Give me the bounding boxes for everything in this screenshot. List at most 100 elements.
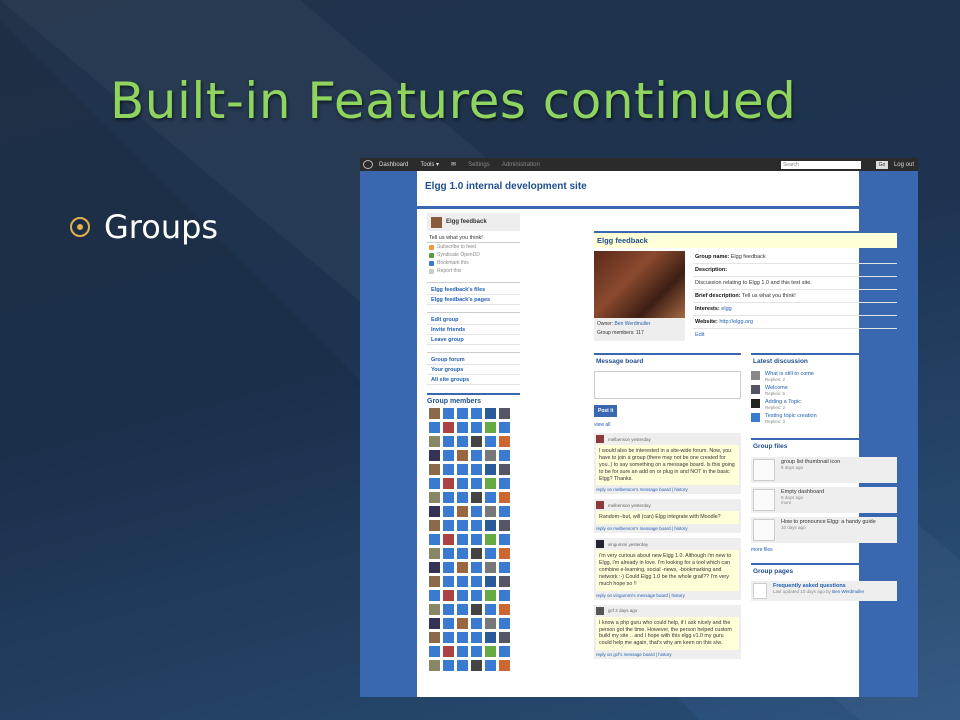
- member-avatar[interactable]: [485, 478, 496, 489]
- member-avatar[interactable]: [485, 436, 496, 447]
- member-avatar[interactable]: [499, 646, 510, 657]
- group-icon[interactable]: [431, 216, 442, 228]
- member-avatar[interactable]: [471, 632, 482, 643]
- discussion-item[interactable]: What is still to come Replies: 2: [751, 371, 897, 382]
- member-avatar[interactable]: [485, 590, 496, 601]
- edit-group-link[interactable]: Edit group: [427, 315, 520, 325]
- member-avatar[interactable]: [499, 604, 510, 615]
- member-avatar[interactable]: [457, 492, 468, 503]
- member-avatar[interactable]: [457, 604, 468, 615]
- message-reply-link[interactable]: reply on melbenson's message board | his…: [596, 524, 739, 531]
- member-avatar[interactable]: [457, 478, 468, 489]
- file-item[interactable]: Empty dashboard 8 days ago more: [751, 487, 897, 513]
- file-item[interactable]: How to pronounce Elgg: a handy guide 10 d…: [751, 517, 897, 543]
- message-author[interactable]: melbenson yesterday: [608, 503, 651, 508]
- message-avatar[interactable]: [596, 501, 604, 510]
- mail-icon[interactable]: ✉: [451, 161, 456, 168]
- member-avatar[interactable]: [429, 408, 440, 419]
- member-avatar[interactable]: [443, 422, 454, 433]
- member-avatar[interactable]: [499, 520, 510, 531]
- interest-tag-link[interactable]: elgg: [721, 306, 731, 312]
- member-avatar[interactable]: [499, 464, 510, 475]
- file-item[interactable]: group list thumbnail icon 8 days ago: [751, 457, 897, 483]
- message-reply-link[interactable]: reply on melbenson's message board | his…: [596, 485, 739, 492]
- member-avatar[interactable]: [457, 436, 468, 447]
- member-avatar[interactable]: [443, 548, 454, 559]
- member-avatar[interactable]: [485, 660, 496, 671]
- member-avatar[interactable]: [443, 646, 454, 657]
- member-avatar[interactable]: [457, 450, 468, 461]
- member-avatar[interactable]: [485, 450, 496, 461]
- member-avatar[interactable]: [499, 408, 510, 419]
- member-avatar[interactable]: [443, 506, 454, 517]
- dashboard-link[interactable]: Dashboard: [379, 162, 408, 168]
- file-more-link[interactable]: more: [781, 500, 824, 505]
- member-avatar[interactable]: [443, 618, 454, 629]
- member-avatar[interactable]: [443, 562, 454, 573]
- member-avatar[interactable]: [485, 576, 496, 587]
- member-avatar[interactable]: [443, 492, 454, 503]
- member-avatar[interactable]: [443, 520, 454, 531]
- member-avatar[interactable]: [443, 632, 454, 643]
- member-avatar[interactable]: [429, 548, 440, 559]
- member-avatar[interactable]: [499, 492, 510, 503]
- member-avatar[interactable]: [443, 478, 454, 489]
- go-button[interactable]: Go: [875, 160, 888, 169]
- site-title[interactable]: Elgg 1.0 internal development site: [417, 171, 859, 209]
- elgg-logo-icon[interactable]: [363, 160, 373, 169]
- member-avatar[interactable]: [471, 548, 482, 559]
- edit-link[interactable]: Edit: [693, 329, 897, 341]
- settings-link[interactable]: Settings: [468, 162, 490, 168]
- group-name[interactable]: Elgg feedback: [446, 219, 487, 225]
- tools-menu[interactable]: Tools ▾: [420, 161, 439, 168]
- administration-link[interactable]: Administration: [502, 162, 540, 168]
- member-avatar[interactable]: [471, 464, 482, 475]
- member-avatar[interactable]: [485, 534, 496, 545]
- member-avatar[interactable]: [471, 492, 482, 503]
- owner-link[interactable]: Ben Werdmuller: [615, 321, 651, 327]
- member-avatar[interactable]: [499, 562, 510, 573]
- message-avatar[interactable]: [596, 435, 604, 443]
- member-avatar[interactable]: [443, 408, 454, 419]
- message-reply-link[interactable]: reply on vingummi's message board | hist…: [596, 591, 739, 598]
- member-avatar[interactable]: [429, 422, 440, 433]
- member-avatar[interactable]: [485, 422, 496, 433]
- member-avatar[interactable]: [485, 562, 496, 573]
- member-avatar[interactable]: [443, 576, 454, 587]
- member-avatar[interactable]: [485, 464, 496, 475]
- subscribe-link[interactable]: Subscribe to feed: [427, 243, 520, 251]
- member-avatar[interactable]: [429, 660, 440, 671]
- discussion-item[interactable]: Welcome Replies: 5: [751, 385, 897, 396]
- member-avatar[interactable]: [471, 450, 482, 461]
- message-author[interactable]: vingummi yesterday: [608, 542, 648, 547]
- member-avatar[interactable]: [485, 548, 496, 559]
- group-files-link[interactable]: Elgg feedback's files: [427, 285, 520, 295]
- more-files-link[interactable]: more files: [751, 547, 897, 553]
- group-forum-link[interactable]: Group forum: [427, 355, 520, 365]
- message-author[interactable]: melbenson yesterday: [608, 437, 651, 442]
- member-avatar[interactable]: [485, 506, 496, 517]
- member-avatar[interactable]: [485, 632, 496, 643]
- member-avatar[interactable]: [457, 562, 468, 573]
- discussion-item[interactable]: Adding a Topic Replies: 2: [751, 399, 897, 410]
- member-avatar[interactable]: [429, 562, 440, 573]
- all-site-groups-link[interactable]: All site groups: [427, 375, 520, 385]
- group-pages-link[interactable]: Elgg feedback's pages: [427, 295, 520, 305]
- group-photo[interactable]: [594, 251, 685, 318]
- discussion-item[interactable]: Testing topic creation Replies: 3: [751, 413, 897, 424]
- member-avatar[interactable]: [429, 534, 440, 545]
- member-avatar[interactable]: [429, 464, 440, 475]
- member-avatar[interactable]: [485, 646, 496, 657]
- member-avatar[interactable]: [499, 534, 510, 545]
- member-avatar[interactable]: [429, 492, 440, 503]
- member-avatar[interactable]: [499, 590, 510, 601]
- member-avatar[interactable]: [471, 506, 482, 517]
- view-all-link[interactable]: view all: [594, 422, 741, 428]
- member-avatar[interactable]: [471, 520, 482, 531]
- member-avatar[interactable]: [457, 408, 468, 419]
- member-avatar[interactable]: [429, 618, 440, 629]
- member-avatar[interactable]: [471, 604, 482, 615]
- member-avatar[interactable]: [471, 660, 482, 671]
- member-avatar[interactable]: [471, 422, 482, 433]
- website-link[interactable]: http://elgg.org: [719, 319, 753, 325]
